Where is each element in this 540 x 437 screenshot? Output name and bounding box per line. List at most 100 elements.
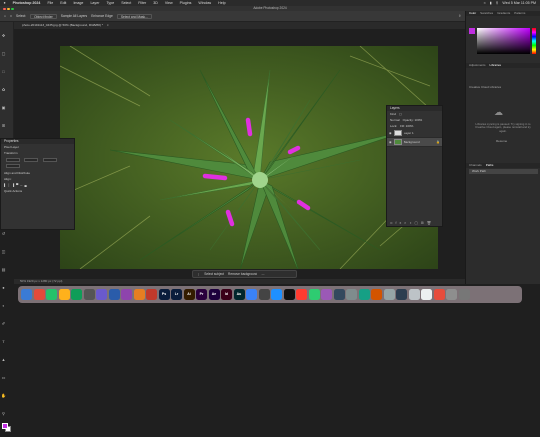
shape-tool-icon[interactable]: ▭ [1, 375, 6, 380]
tab-gradients[interactable]: Gradients [497, 11, 510, 16]
tab-paths[interactable]: Paths [486, 163, 494, 168]
dock-app-icon[interactable] [308, 289, 320, 300]
marquee-tool-icon[interactable]: □ [1, 69, 6, 74]
document-tab[interactable]: photo-20191113_0435.jpg @ 50% (Backgroun… [22, 23, 103, 27]
dock-app-icon[interactable] [121, 289, 132, 300]
height-field[interactable] [24, 157, 38, 162]
dock-app-icon[interactable]: Ps [158, 289, 170, 300]
y-field[interactable] [6, 163, 20, 168]
zoom-tool-icon[interactable]: ⚲ [1, 411, 6, 416]
fill-field[interactable]: Fill: 100% [400, 124, 413, 128]
dock-app-icon[interactable]: Pr [196, 289, 207, 300]
menu-file[interactable]: File [44, 1, 57, 5]
dock-app-icon[interactable] [83, 289, 95, 300]
select-and-mask-button[interactable]: Select and Mask... [116, 13, 152, 19]
eraser-tool-icon[interactable]: ◫ [1, 249, 6, 254]
lock-icon[interactable]: 🔒 [436, 140, 442, 144]
close-tab-icon[interactable]: × [107, 23, 109, 27]
resume-link[interactable]: Resume [496, 139, 507, 143]
dock-app-icon[interactable] [271, 289, 282, 300]
trash-icon[interactable]: 🗑 [427, 221, 434, 225]
menu-edit[interactable]: Edit [57, 1, 70, 5]
menubar-clock[interactable]: Wed 5 Mar 11:05 PM [502, 1, 536, 5]
dock-app-icon[interactable] [108, 289, 120, 300]
blur-tool-icon[interactable]: ● [1, 285, 6, 290]
search-icon[interactable]: ⚲ [496, 1, 499, 5]
dock-app-icon[interactable] [433, 289, 445, 300]
dock-app-icon[interactable] [458, 289, 470, 300]
dock-app-icon[interactable]: Au [233, 289, 245, 300]
dock-app-icon[interactable] [96, 289, 107, 300]
tab-libraries[interactable]: Libraries [490, 63, 502, 68]
tab-swatches[interactable]: Swatches [480, 11, 493, 16]
app-name-menu[interactable]: Photoshop 2024 [9, 1, 44, 5]
history-brush-tool-icon[interactable]: ↺ [1, 231, 6, 236]
dock-app-icon[interactable]: Lr [171, 289, 182, 300]
dock-app-icon[interactable]: Ae [208, 289, 220, 300]
lasso-tool-icon[interactable]: ✿ [1, 87, 6, 92]
foreground-color-swatch[interactable] [2, 423, 8, 429]
menu-window[interactable]: Window [195, 1, 215, 5]
dock-app-icon[interactable] [333, 289, 345, 300]
pen-tool-icon[interactable]: ✐ [1, 321, 6, 326]
more-options-icon[interactable]: ⋯ [261, 272, 264, 276]
x-field[interactable] [42, 157, 57, 162]
remove-background-button[interactable]: Remove background [228, 272, 257, 276]
width-field[interactable] [6, 157, 20, 162]
dock-app-icon[interactable] [321, 289, 332, 300]
layer-row-layer-1[interactable]: ◉ Layer 1 [387, 129, 442, 138]
enhance-edge-checkbox[interactable]: Enhance Edge [91, 14, 113, 18]
menu-view[interactable]: View [161, 1, 176, 5]
dock-app-icon[interactable] [421, 289, 432, 300]
sample-all-layers-checkbox[interactable]: Sample All Layers [61, 14, 87, 18]
visibility-eye-icon[interactable]: ◉ [389, 131, 392, 135]
menu-filter[interactable]: Filter [135, 1, 150, 5]
path-row[interactable]: Work Path [469, 169, 538, 174]
dock-app-icon[interactable] [33, 289, 45, 300]
home-icon[interactable]: ⌂ [4, 14, 6, 18]
color-picker-field[interactable] [477, 28, 530, 54]
tab-adjustments[interactable]: Adjustments [469, 63, 486, 68]
dock-app-icon[interactable] [146, 289, 157, 300]
menu-image[interactable]: Image [70, 1, 87, 5]
dock-app-icon[interactable]: Ai [183, 289, 195, 300]
current-color-swatch[interactable] [469, 28, 475, 34]
apple-icon[interactable]: ● [0, 1, 9, 5]
menu-3d[interactable]: 3D [150, 1, 162, 5]
filter-icon[interactable]: ▢ [399, 112, 402, 116]
dock-app-icon[interactable] [258, 289, 270, 300]
dock-app-icon[interactable] [58, 289, 70, 300]
dock-app-icon[interactable] [446, 289, 457, 300]
opacity-field[interactable]: Opacity: 100% [403, 118, 423, 122]
share-icon[interactable]: ⇧ [458, 14, 465, 18]
align-bottom-icon[interactable]: ▄ [24, 183, 28, 187]
fx-icon[interactable]: fx [396, 221, 405, 225]
menu-help[interactable]: Help [215, 1, 229, 5]
wifi-icon[interactable]: ≈ [484, 1, 486, 5]
tab-patterns[interactable]: Patterns [514, 11, 525, 16]
select-subject-button[interactable]: Select subject [204, 272, 224, 276]
close-window-button[interactable] [3, 7, 6, 11]
dock-app-icon[interactable] [46, 289, 57, 300]
dock-app-icon[interactable] [371, 289, 382, 300]
image-canvas[interactable] [60, 46, 438, 269]
artboard-tool-icon[interactable]: ▢ [1, 51, 6, 56]
dock-app-icon[interactable] [283, 289, 295, 300]
tab-color[interactable]: Color [469, 11, 476, 16]
crop-tool-icon[interactable]: ⊞ [1, 123, 6, 128]
select-mode-dropdown[interactable]: Object finder [30, 13, 57, 19]
layer-row-background[interactable]: ◉ Background 🔒 [387, 138, 442, 147]
zoom-window-button[interactable] [11, 7, 14, 11]
hue-slider[interactable] [532, 28, 536, 54]
move-tool-icon[interactable]: ✥ [1, 33, 6, 38]
menu-type[interactable]: Type [103, 1, 118, 5]
layer-kind-filter[interactable]: Kind [390, 112, 396, 116]
taskbar-menu-icon[interactable]: ⋮ [197, 272, 200, 276]
menu-plugins[interactable]: Plugins [176, 1, 195, 5]
menu-layer[interactable]: Layer [87, 1, 103, 5]
dock-app-icon[interactable] [71, 289, 82, 300]
object-selection-tool-icon[interactable]: □ [10, 14, 12, 18]
dock-app-icon[interactable] [408, 289, 420, 300]
battery-icon[interactable]: ▮ [490, 1, 492, 5]
dock-app-icon[interactable] [133, 289, 145, 300]
